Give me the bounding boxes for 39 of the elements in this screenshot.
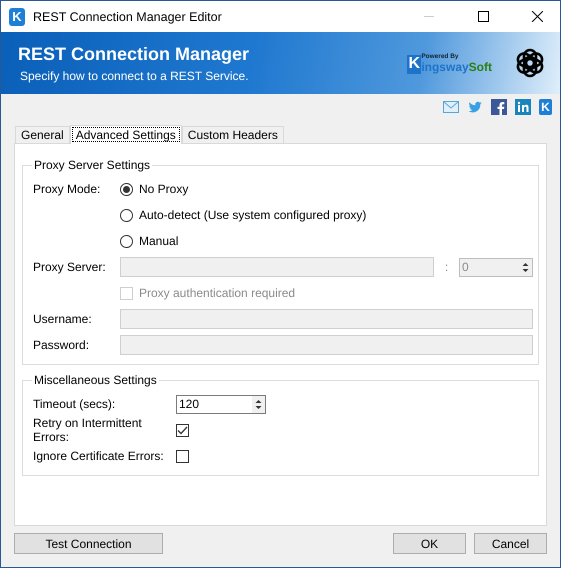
field-label: Timeout (secs): <box>33 397 116 411</box>
group-title: Proxy Server Settings <box>34 158 150 172</box>
tab[interactable]: General <box>15 126 70 143</box>
checkbox[interactable] <box>176 450 189 462</box>
banner-subtitle: Specify how to connect to a REST Service. <box>19 68 250 82</box>
logo-initial: K <box>407 54 422 74</box>
tab[interactable]: Custom Headers <box>182 126 284 143</box>
logo-name: ingsway <box>421 60 469 74</box>
linkedin-icon[interactable] <box>515 98 531 114</box>
facebook-icon[interactable] <box>491 98 507 114</box>
window-title: REST Connection Manager Editor <box>33 10 223 24</box>
field-label: Proxy Server: <box>33 260 107 274</box>
input-field[interactable] <box>120 335 533 355</box>
app-icon: K <box>9 8 25 26</box>
field-label: Retry on Intermittent Errors: <box>33 416 143 444</box>
test-connection-button[interactable]: Test Connection <box>14 533 163 554</box>
field-label: Username: <box>33 312 93 326</box>
ok-button[interactable]: OK <box>393 533 466 554</box>
tab[interactable]: Advanced Settings <box>70 125 182 144</box>
radio-button[interactable] <box>120 182 133 196</box>
radio-label[interactable]: Manual <box>139 234 178 248</box>
cancel-button[interactable]: Cancel <box>474 533 547 554</box>
brand-link[interactable]: K <box>539 98 552 114</box>
radio-label[interactable]: No Proxy <box>139 182 188 196</box>
port-separator: : <box>444 260 450 274</box>
field-label: Proxy Mode: <box>33 182 102 196</box>
logo-suffix: Soft <box>468 60 492 74</box>
timeout-spinner[interactable]: 120 <box>176 394 266 414</box>
radio-label[interactable]: Auto-detect (Use system configured proxy) <box>139 208 366 222</box>
knot-logo-icon <box>514 47 546 79</box>
field-label: Ignore Certificate Errors: <box>33 449 165 463</box>
spin-arrows-icon[interactable] <box>252 396 265 412</box>
radio-button[interactable] <box>120 208 133 222</box>
checkbox[interactable] <box>176 424 189 436</box>
banner-title: REST Connection Manager <box>18 44 250 64</box>
input-field[interactable] <box>120 309 533 329</box>
field-label: Password: <box>33 338 90 352</box>
group-title: Miscellaneous Settings <box>34 373 157 387</box>
radio-button[interactable] <box>120 234 133 248</box>
